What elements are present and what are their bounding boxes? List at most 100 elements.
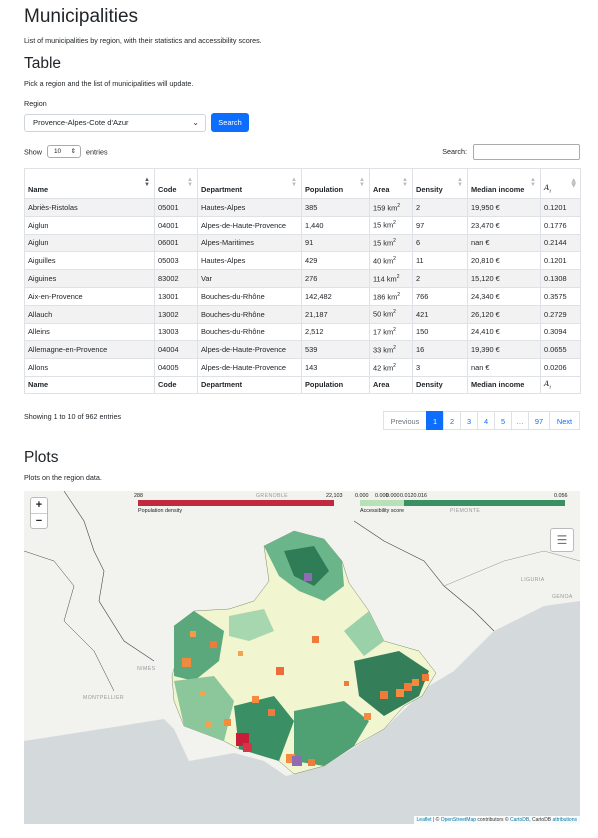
pagination-page-1[interactable]: 1 (426, 411, 444, 430)
cell-population: 429 (301, 251, 370, 271)
column-header-median-income[interactable]: Median income ▲ ▼ (467, 168, 541, 199)
cell-density: 2 (412, 269, 468, 288)
density-marker (308, 759, 315, 766)
pagination-page-4[interactable]: 4 (477, 411, 495, 430)
cell-population: 539 (301, 340, 370, 360)
cell-density: 766 (412, 286, 468, 306)
cell-name: Allemagne-en-Provence (24, 340, 155, 360)
column-header-accessibility[interactable]: Ai ▲ ▼ (540, 168, 581, 199)
place-label: NIMES (137, 666, 156, 672)
search-input[interactable] (473, 144, 580, 160)
density-marker (252, 696, 259, 703)
cell-area: 186 km2 (369, 286, 413, 306)
density-marker (396, 689, 404, 697)
cell-code: 04004 (154, 340, 198, 360)
cell-name: Aiglun (24, 233, 155, 253)
zoom-out-button[interactable]: − (31, 513, 47, 528)
density-marker (304, 573, 312, 581)
column-header-department[interactable]: Department ▲ ▼ (197, 168, 302, 199)
cell-density: 97 (412, 215, 468, 235)
search-button[interactable]: Search (211, 113, 249, 132)
attributions-link[interactable]: attributions (553, 817, 577, 823)
cell-area: 15 km2 (369, 215, 413, 235)
osm-link[interactable]: OpenStreetMap (441, 817, 476, 823)
column-header-population[interactable]: Population ▲ ▼ (301, 168, 370, 199)
map-attribution: Leaflet | © OpenStreetMap contributors ©… (413, 816, 580, 824)
updown-icon: ⇕ (70, 148, 76, 155)
cell-code: 06001 (154, 233, 198, 253)
cell-name: Allauch (24, 304, 155, 324)
pagination-page-5[interactable]: 5 (494, 411, 512, 430)
pagination-page-97[interactable]: 97 (528, 411, 550, 430)
density-marker (404, 683, 412, 691)
density-marker (238, 651, 243, 656)
accessibility-legend-tick: 0.000 (386, 493, 400, 499)
zoom-control: + − (30, 497, 48, 529)
cell-density: 11 (412, 251, 468, 271)
column-header-density[interactable]: Density ▲ ▼ (412, 168, 468, 199)
pagination-previous[interactable]: Previous (383, 411, 427, 430)
cell-area: 15 km2 (369, 233, 413, 253)
table-search: Search: (442, 144, 580, 160)
pagination-page-3[interactable]: 3 (460, 411, 478, 430)
border-line (24, 550, 115, 692)
cell-name: Aiguines (24, 269, 155, 288)
density-marker (364, 713, 371, 720)
cell-accessibility: 0.0655 (540, 340, 581, 360)
cell-department: Hautes-Alpes (197, 251, 302, 271)
cell-density: 3 (412, 358, 468, 377)
layers-icon: ☰ (556, 533, 568, 547)
municipalities-table: Name ▲ ▼ Code ▲ ▼ Department ▲ ▼ Population ▲ ▼ … (24, 168, 581, 394)
place-label: GENOA (552, 594, 573, 600)
table-body: Abriès-Ristolas 05001 Hautes-Alpes 385 159 k… (24, 198, 581, 377)
cell-name: Aiglun (24, 215, 155, 235)
cell-department: Bouches-du-Rhône (197, 286, 302, 306)
cell-department: Alpes-de-Haute-Provence (197, 358, 302, 377)
cell-density: 2 (412, 198, 468, 217)
layers-button[interactable]: ☰ (550, 528, 574, 552)
pagination-next[interactable]: Next (549, 411, 580, 430)
accessibility-legend-tick: 0.000 (355, 493, 369, 499)
cell-median-income: nan € (467, 358, 541, 377)
density-marker (200, 691, 205, 696)
cell-department: Alpes-Maritimes (197, 233, 302, 253)
accessibility-legend-segment (360, 500, 404, 506)
search-label: Search: (442, 146, 467, 156)
leaflet-link[interactable]: Leaflet (417, 817, 432, 823)
cell-density: 150 (412, 322, 468, 342)
cell-median-income: 24,410 € (467, 322, 541, 342)
pagination-page-2[interactable]: 2 (443, 411, 461, 430)
column-header-area[interactable]: Area ▲ ▼ (369, 168, 413, 199)
column-header-code[interactable]: Code ▲ ▼ (154, 168, 198, 199)
density-marker (268, 709, 275, 716)
zoom-in-button[interactable]: + (31, 498, 47, 513)
sort-icon: ▲ ▼ (144, 177, 150, 188)
page-title: Municipalities (24, 6, 139, 27)
table-row: Allemagne-en-Provence 04004 Alpes-de-Haute… (24, 340, 581, 360)
page-subtitle: List of municipalities by region, with t… (24, 36, 262, 45)
place-label: MONTPELLIER (83, 695, 125, 701)
cell-area: 33 km2 (369, 340, 413, 360)
region-map[interactable]: + − ☰ 2 88 22,103 Population density 0.0… (24, 491, 580, 824)
cell-department: Var (197, 269, 302, 288)
table-row: Allons 04005 Alpes-de-Haute-Provence 143 42 … (24, 358, 581, 377)
sort-icon: ▲ ▼ (530, 177, 536, 188)
table-row: Allauch 13002 Bouches-du-Rhône 21,187 50 km2… (24, 304, 581, 324)
carto-link[interactable]: CartoDB (510, 817, 529, 823)
entries-length-select[interactable]: 10 ⇕ (46, 145, 81, 158)
cell-accessibility: 0.3094 (540, 322, 581, 342)
cell-name: Aiguilles (24, 251, 155, 271)
column-header-name[interactable]: Name ▲ ▼ (24, 168, 155, 199)
pagination-ellipsis: … (511, 411, 529, 430)
cell-accessibility: 0.1201 (540, 251, 581, 271)
cell-department: Alpes-de-Haute-Provence (197, 340, 302, 360)
footer-population: Population (301, 375, 370, 394)
region-select[interactable]: Provence-Alpes-Cote d'Azur ⌄ (24, 114, 206, 132)
cell-accessibility: 0.1308 (540, 269, 581, 288)
table-row: Aiguilles 05003 Hautes-Alpes 429 40 km2 11 20,… (24, 251, 581, 271)
sort-icon: ▲ ▼ (457, 177, 463, 188)
table-row: Aiglun 06001 Alpes-Maritimes 91 15 km2 6 nan €… (24, 233, 581, 253)
table-row: Abriès-Ristolas 05001 Hautes-Alpes 385 159 k… (24, 198, 581, 217)
table-row: Aix-en-Provence 13001 Bouches-du-Rhône 142,… (24, 286, 581, 306)
cell-median-income: 23,470 € (467, 215, 541, 235)
